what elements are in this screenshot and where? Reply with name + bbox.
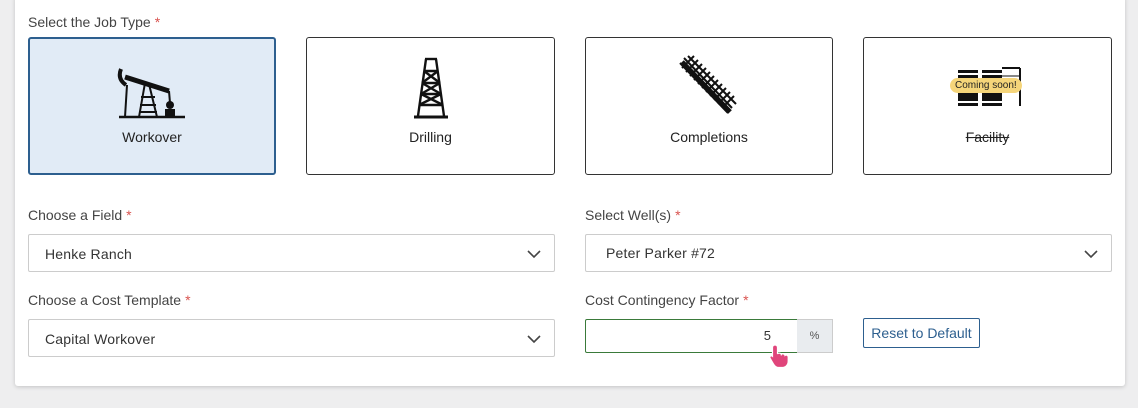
cost-template-label-text: Choose a Cost Template	[28, 292, 182, 308]
job-option-facility: Coming soon! Facility	[863, 37, 1112, 175]
job-option-completions[interactable]: Completions	[585, 37, 833, 175]
hand-pointer-icon	[769, 344, 789, 369]
contingency-label: Cost Contingency Factor *	[585, 292, 749, 308]
job-option-workover[interactable]: Workover	[28, 37, 276, 175]
field-label: Choose a Field *	[28, 207, 132, 223]
job-option-label: Facility	[965, 129, 1010, 145]
wells-label-text: Select Well(s)	[585, 207, 672, 223]
wells-label: Select Well(s) *	[585, 207, 681, 223]
chevron-down-icon	[527, 335, 541, 344]
job-type-label-text: Select the Job Type	[28, 14, 151, 30]
perforation-icon	[586, 54, 832, 114]
field-select[interactable]: Henke Ranch	[28, 234, 555, 272]
coming-soon-badge: Coming soon!	[950, 78, 1022, 93]
reset-to-default-button[interactable]: Reset to Default	[863, 318, 980, 348]
chevron-down-icon	[1084, 250, 1098, 259]
wells-select[interactable]: Peter Parker #72	[585, 234, 1112, 272]
job-option-label: Workover	[122, 129, 182, 145]
contingency-label-text: Cost Contingency Factor	[585, 292, 740, 308]
required-mark: *	[185, 292, 191, 308]
job-option-label: Drilling	[409, 129, 452, 145]
required-mark: *	[743, 292, 749, 308]
required-mark: *	[126, 207, 132, 223]
field-select-value: Henke Ranch	[45, 246, 133, 262]
wells-select-value: Peter Parker #72	[606, 245, 716, 261]
facility-icon	[864, 64, 1111, 124]
field-label-text: Choose a Field	[28, 207, 123, 223]
pumpjack-icon	[30, 57, 274, 119]
derrick-icon	[307, 56, 554, 119]
job-option-label: Completions	[670, 129, 748, 145]
cost-template-label: Choose a Cost Template *	[28, 292, 191, 308]
cost-template-select[interactable]: Capital Workover	[28, 319, 555, 357]
required-mark: *	[154, 14, 161, 30]
percent-addon: %	[797, 319, 833, 353]
cost-template-select-value: Capital Workover	[45, 331, 156, 347]
required-mark: *	[675, 207, 681, 223]
job-type-label: Select the Job Type *	[28, 14, 160, 30]
chevron-down-icon	[527, 250, 541, 259]
job-option-drilling[interactable]: Drilling	[306, 37, 555, 175]
